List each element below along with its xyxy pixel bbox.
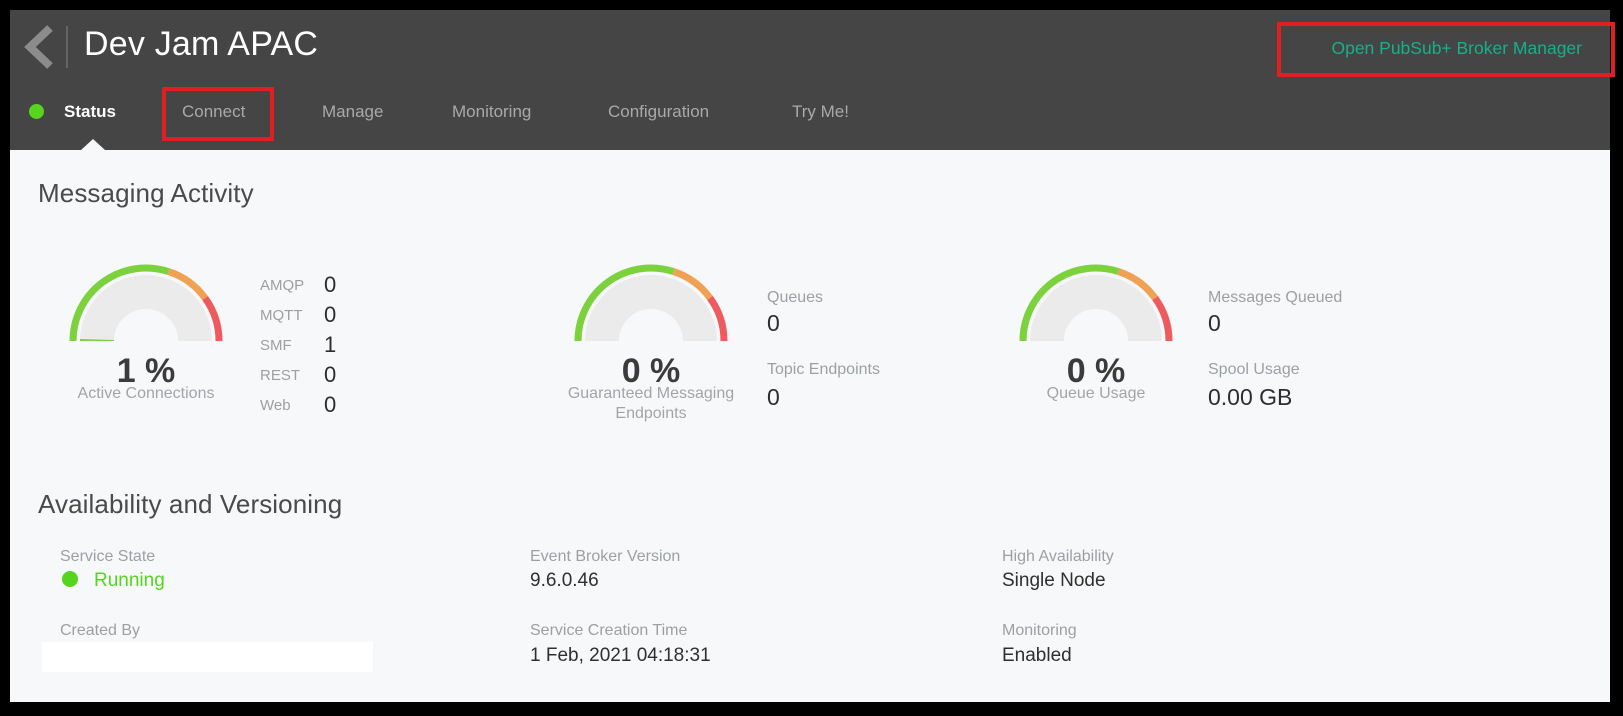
tab-monitoring[interactable]: Monitoring bbox=[452, 102, 531, 122]
broker-version-label: Event Broker Version bbox=[530, 548, 680, 566]
tab-status[interactable]: Status bbox=[64, 102, 116, 122]
protocol-value: 0 bbox=[324, 362, 336, 388]
app-window: Dev Jam APAC Open PubSub+ Broker Manager… bbox=[10, 10, 1610, 702]
tab-configuration[interactable]: Configuration bbox=[608, 102, 709, 122]
back-button[interactable] bbox=[22, 24, 56, 72]
queue-usage-caption: Queue Usage bbox=[981, 384, 1211, 404]
tab-try-me[interactable]: Try Me! bbox=[792, 102, 849, 122]
protocol-row-rest: REST 0 bbox=[260, 360, 336, 390]
service-header: Dev Jam APAC Open PubSub+ Broker Manager… bbox=[10, 10, 1610, 150]
page-title: Dev Jam APAC bbox=[84, 25, 318, 64]
protocol-label: AMQP bbox=[260, 277, 324, 294]
high-availability-label: High Availability bbox=[1002, 548, 1114, 566]
protocol-value: 0 bbox=[324, 302, 336, 328]
chevron-left-icon bbox=[24, 58, 54, 73]
protocol-label: SMF bbox=[260, 337, 324, 354]
tab-manage[interactable]: Manage bbox=[322, 102, 383, 122]
messages-queued-label: Messages Queued bbox=[1208, 289, 1342, 307]
protocol-row-amqp: AMQP 0 bbox=[260, 270, 336, 300]
protocol-connection-list: AMQP 0 MQTT 0 SMF 1 REST 0 Web 0 bbox=[260, 270, 336, 420]
queue-usage-gauge bbox=[1016, 261, 1176, 345]
monitoring-value: Enabled bbox=[1002, 645, 1072, 667]
queues-value: 0 bbox=[767, 310, 780, 337]
protocol-value: 0 bbox=[324, 272, 336, 298]
screenshot-frame: Dev Jam APAC Open PubSub+ Broker Manager… bbox=[0, 0, 1623, 716]
open-broker-manager-button[interactable]: Open PubSub+ Broker Manager bbox=[1331, 38, 1582, 59]
protocol-row-mqtt: MQTT 0 bbox=[260, 300, 336, 330]
high-availability-value: Single Node bbox=[1002, 570, 1106, 592]
spool-usage-label: Spool Usage bbox=[1208, 361, 1300, 379]
protocol-value: 0 bbox=[324, 392, 336, 418]
topic-endpoints-value: 0 bbox=[767, 384, 780, 411]
availability-versioning-title: Availability and Versioning bbox=[38, 489, 342, 520]
guaranteed-messaging-caption: Guaranteed Messaging Endpoints bbox=[536, 384, 766, 424]
protocol-value: 1 bbox=[324, 332, 336, 358]
monitoring-label: Monitoring bbox=[1002, 622, 1077, 640]
guaranteed-messaging-gauge bbox=[571, 261, 731, 345]
broker-version-value: 9.6.0.46 bbox=[530, 570, 599, 592]
messages-queued-value: 0 bbox=[1208, 310, 1221, 337]
spool-usage-value: 0.00 GB bbox=[1208, 384, 1292, 411]
creation-time-label: Service Creation Time bbox=[530, 622, 687, 640]
messaging-activity-title: Messaging Activity bbox=[38, 178, 254, 209]
protocol-row-smf: SMF 1 bbox=[260, 330, 336, 360]
created-by-value-box bbox=[42, 642, 373, 672]
protocol-label: MQTT bbox=[260, 307, 324, 324]
queues-label: Queues bbox=[767, 289, 823, 307]
protocol-label: Web bbox=[260, 397, 324, 414]
running-dot-icon bbox=[62, 571, 78, 587]
active-connections-gauge bbox=[66, 261, 226, 345]
service-state-value: Running bbox=[94, 570, 165, 592]
creation-time-value: 1 Feb, 2021 04:18:31 bbox=[530, 645, 711, 667]
protocol-row-web: Web 0 bbox=[260, 390, 336, 420]
protocol-label: REST bbox=[260, 367, 324, 384]
status-dot-icon bbox=[29, 104, 44, 119]
tab-connect[interactable]: Connect bbox=[182, 102, 245, 122]
active-connections-caption: Active Connections bbox=[31, 384, 261, 404]
active-tab-caret bbox=[81, 139, 105, 150]
created-by-label: Created By bbox=[60, 622, 140, 640]
service-state-label: Service State bbox=[60, 548, 155, 566]
topic-endpoints-label: Topic Endpoints bbox=[767, 361, 880, 379]
title-divider bbox=[66, 26, 68, 68]
